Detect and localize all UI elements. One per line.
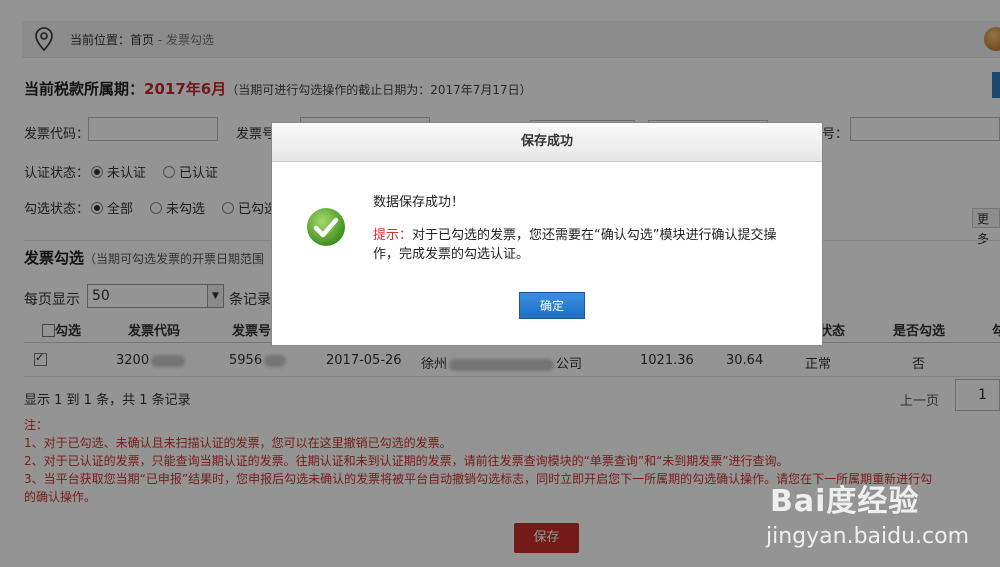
success-check-icon xyxy=(306,207,346,251)
save-success-dialog: 保存成功 数据保存成功！ 提示：对于已勾选的发票，您还需要在“确认勾选”模块进行… xyxy=(272,123,822,345)
watermark: Bai度经验 jingyan.baidu.com xyxy=(760,462,1000,567)
watermark-url: jingyan.baidu.com xyxy=(766,524,970,549)
dialog-title: 保存成功 xyxy=(272,123,822,162)
dialog-message: 数据保存成功！ xyxy=(373,195,465,210)
watermark-logo: Bai度经验 xyxy=(770,484,920,519)
dialog-hint-label: 提示： xyxy=(373,228,413,243)
dialog-hint: 提示：对于已勾选的发票，您还需要在“确认勾选”模块进行确认提交操作，完成发票的勾… xyxy=(373,226,793,264)
dialog-hint-text: 对于已勾选的发票，您还需要在“确认勾选”模块进行确认提交操作，完成发票的勾选认证… xyxy=(373,228,777,262)
confirm-button[interactable]: 确定 xyxy=(519,292,585,319)
